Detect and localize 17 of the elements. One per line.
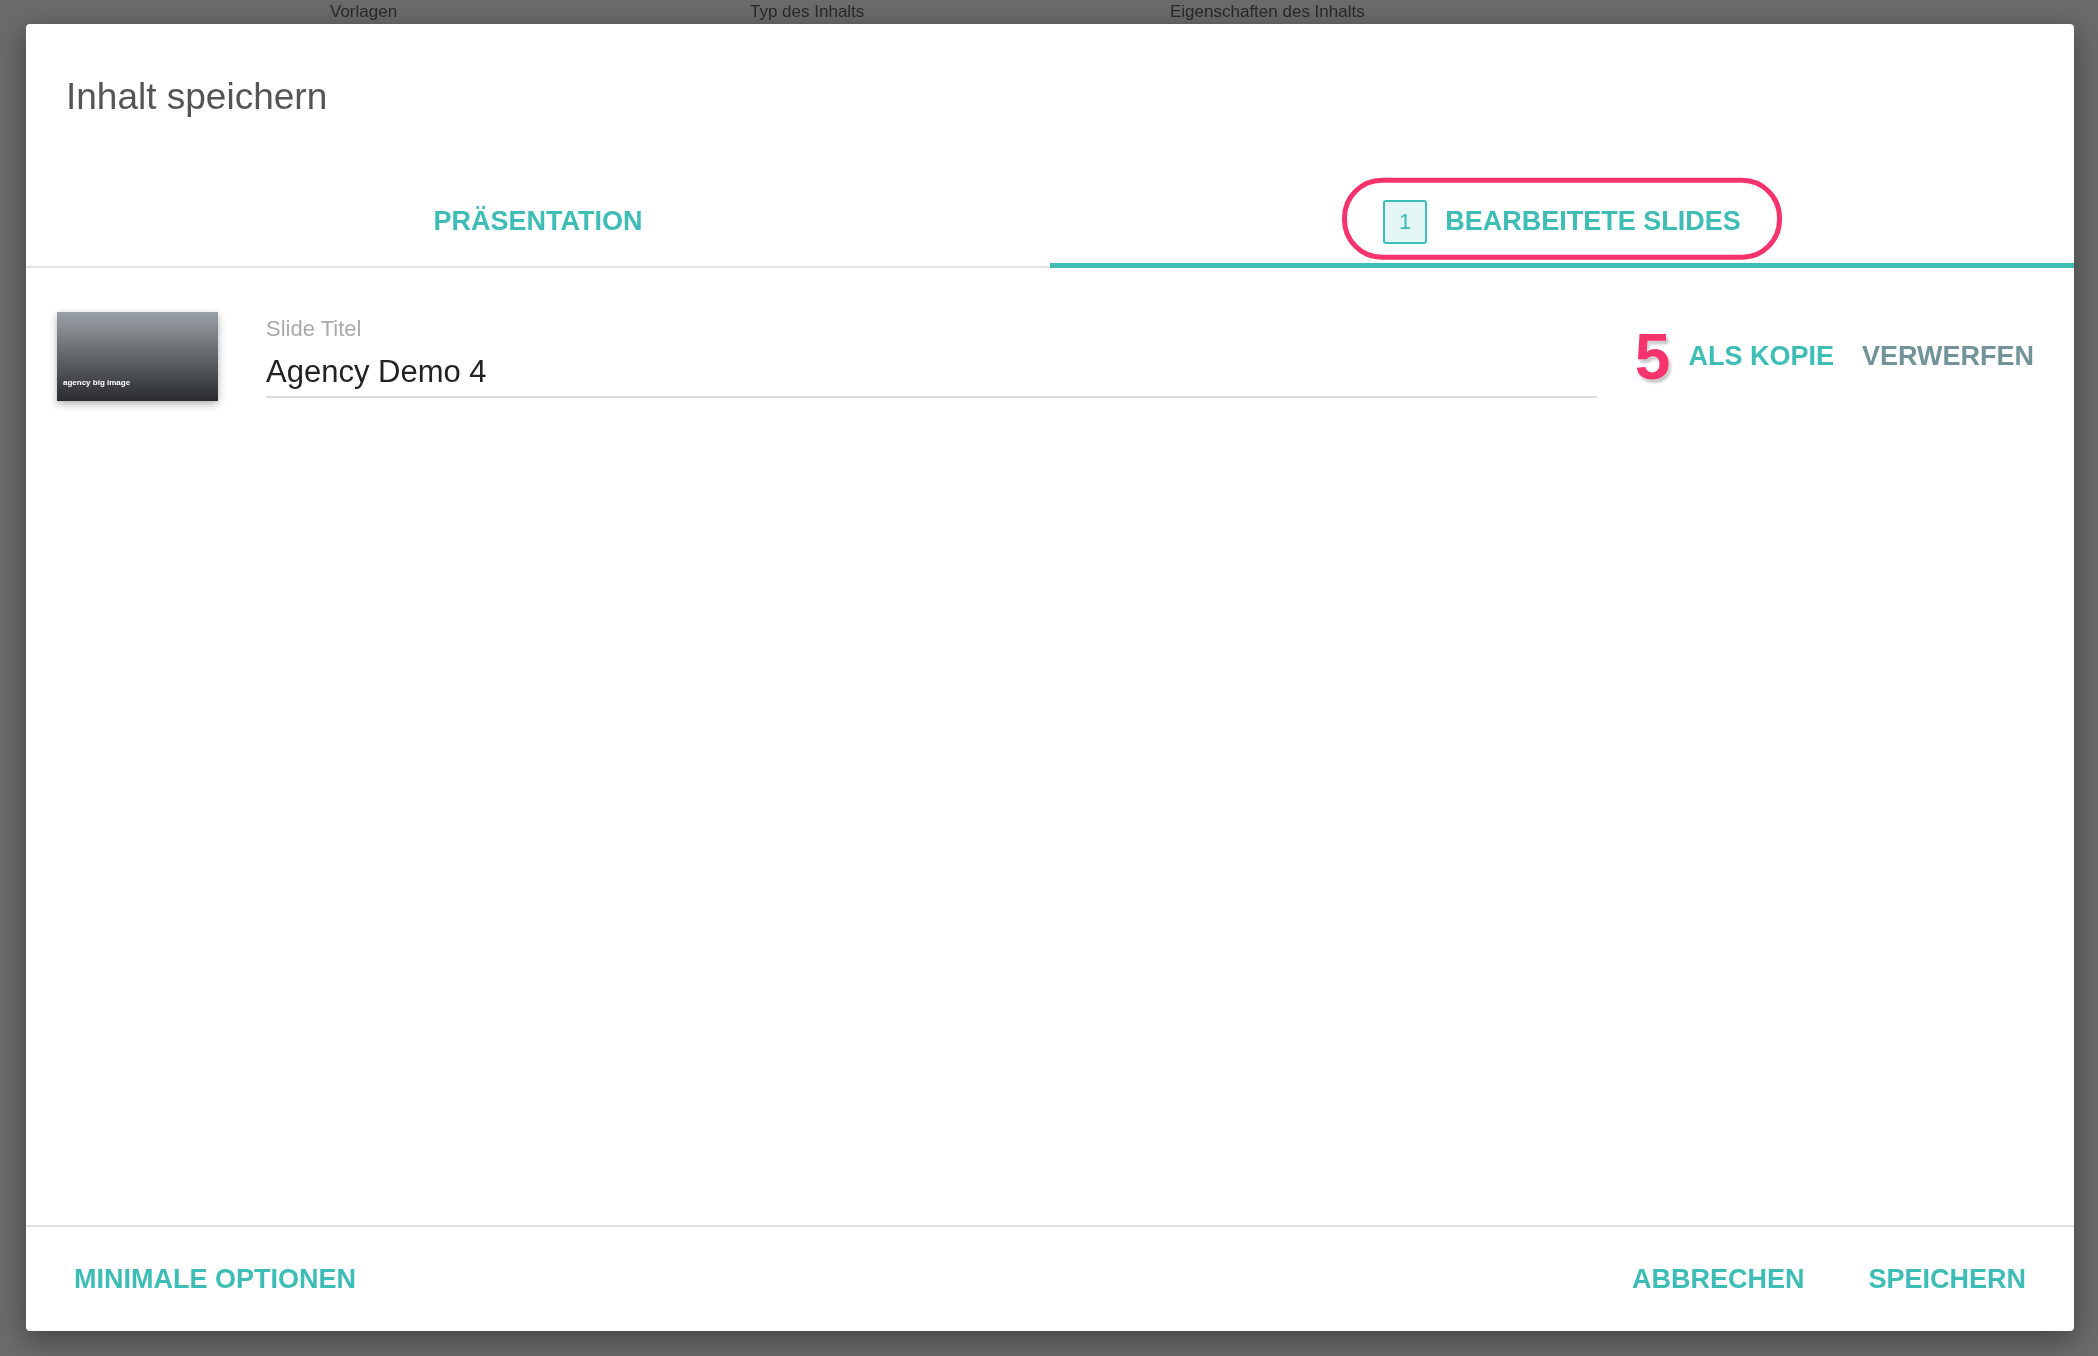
minimal-options-button[interactable]: MINIMALE OPTIONEN (74, 1263, 356, 1295)
dialog-title: Inhalt speichern (65, 75, 329, 119)
action-button[interactable]: ALS KOPIE (1688, 341, 1834, 372)
column-header: Typ des Inhalts (750, 1, 866, 22)
field-label: Slide Titel (266, 315, 363, 342)
step-number: 5 (1634, 319, 1671, 394)
action-button[interactable]: VERWERFEN (1861, 341, 2034, 372)
footer-button[interactable]: ABBRECHEN (1631, 1263, 1805, 1295)
footer-button[interactable]: SPEICHERN (1868, 1263, 2026, 1295)
tab[interactable]: 1 BEARBEITETE SLIDES (1050, 180, 2074, 268)
thumbnail-caption: agency big image (63, 378, 131, 387)
tab-label: BEARBEITETE SLIDES (1445, 206, 1741, 237)
column-header: Eigenschaften des Inhalts (1170, 1, 1366, 22)
tab[interactable]: PRÄSENTATION (26, 180, 1050, 268)
tab-label: PRÄSENTATION (433, 206, 643, 237)
count-badge: 1 (1383, 199, 1428, 244)
column-header: Vorlagen (330, 1, 399, 22)
